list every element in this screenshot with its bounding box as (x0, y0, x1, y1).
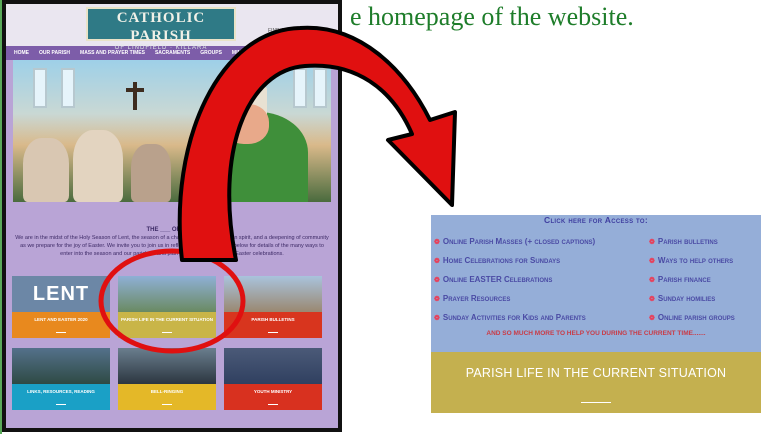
flower-icon: ❁ (649, 276, 655, 284)
flower-icon: ❁ (434, 314, 440, 322)
parish-logo[interactable]: CATHOLIC PARISH OF LINDFIELD · KILLARA (86, 7, 236, 51)
tile-parish-life[interactable]: PARISH LIFE IN THE CURRENT SITUATION (118, 276, 216, 338)
nav-home[interactable]: HOME (14, 50, 29, 56)
tile-image (118, 348, 216, 384)
tile-grid: LENT LENT AND EASTER 2020 PARISH LIFE IN… (12, 276, 324, 410)
flower-icon: ❁ (434, 238, 440, 246)
site-header: CATHOLIC PARISH OF LINDFIELD · KILLARA F… (6, 4, 338, 51)
logo-title: CATHOLIC PARISH (116, 10, 206, 44)
tile-parish-bulletins[interactable]: PARISH BULLETINS (224, 276, 322, 338)
hero-window (293, 68, 307, 108)
tile-label: YOUTH MINISTRY (224, 384, 322, 410)
tile-lent-easter[interactable]: LENT LENT AND EASTER 2020 (12, 276, 110, 338)
access-item[interactable]: ❁ Home Celebrations for Sundays (434, 251, 595, 270)
tile-divider (56, 332, 66, 333)
tile-divider (268, 332, 278, 333)
hero-window (313, 68, 327, 108)
access-item[interactable]: ❁ Sunday Activities for Kids and Parents (434, 308, 595, 327)
lent-intro-body: We are in the midst of the Holy Season o… (15, 235, 329, 257)
cross-bar (126, 88, 144, 92)
hero-window (61, 68, 75, 108)
tile-image (12, 348, 110, 384)
banner-title: PARISH LIFE IN THE CURRENT SITUATION (465, 366, 727, 380)
tile-divider (56, 404, 66, 405)
nav-our-parish[interactable]: OUR PARISH (39, 50, 70, 56)
flower-icon: ❁ (649, 295, 655, 303)
search-icon[interactable] (324, 49, 332, 57)
tile-divider (162, 332, 172, 333)
tile-label: PARISH BULLETINS (224, 312, 322, 338)
caption-text: e homepage of the website. (350, 2, 634, 31)
tile-lent-image: LENT (12, 276, 110, 312)
access-item[interactable]: ❁ Online EASTER Celebrations (434, 270, 595, 289)
parish-life-banner[interactable]: PARISH LIFE IN THE CURRENT SITUATION (431, 352, 761, 413)
tile-divider (162, 404, 172, 405)
access-list-right: ❁ Parish bulletins ❁ Ways to help others ❁… (649, 232, 735, 327)
tile-label: LINKS, RESOURCES, READING (12, 384, 110, 410)
lent-intro-title: THE ___ OF LENT (146, 227, 198, 233)
tile-divider (268, 404, 278, 405)
flower-icon: ❁ (434, 295, 440, 303)
flower-icon: ❁ (649, 314, 655, 322)
tile-label: LENT AND EASTER 2020 (12, 312, 110, 338)
access-item[interactable]: ❁ Online Parish Masses (+ closed captions… (434, 232, 595, 251)
access-item[interactable]: ❁ Parish finance (649, 270, 735, 289)
flower-icon: ❁ (434, 257, 440, 265)
tile-image (224, 276, 322, 312)
hero-person (73, 130, 123, 202)
banner-divider (581, 402, 611, 403)
access-item[interactable]: ❁ Prayer Resources (434, 289, 595, 308)
flower-icon: ❁ (649, 238, 655, 246)
tile-image (118, 276, 216, 312)
find-church-link[interactable]: FIND A CHURCH (268, 28, 307, 34)
hero-window (33, 68, 47, 108)
flower-icon: ❁ (649, 257, 655, 265)
tile-bell-ringing[interactable]: BELL-RINGING (118, 348, 216, 410)
access-item[interactable]: ❁ Ways to help others (649, 251, 735, 270)
cross-shape (133, 82, 137, 110)
access-panel[interactable]: Click here for Access to: ❁ Online Parish… (431, 215, 761, 413)
nav-news-events[interactable]: NEWS & EVENTS (271, 50, 312, 56)
hero-photo (13, 60, 331, 202)
access-item[interactable]: ❁ Online parish groups (649, 308, 735, 327)
tile-label: PARISH LIFE IN THE CURRENT SITUATION (118, 312, 216, 338)
tile-youth-ministry[interactable]: YOUTH MINISTRY (224, 348, 322, 410)
access-list-left: ❁ Online Parish Masses (+ closed captions… (434, 232, 595, 327)
nav-ministries[interactable]: MINISTRIES (232, 50, 261, 56)
stage: e homepage of the website. CATHOLIC PARI… (0, 0, 776, 434)
tile-links-resources[interactable]: LINKS, RESOURCES, READING (12, 348, 110, 410)
tile-image (224, 348, 322, 384)
access-item[interactable]: ❁ Parish bulletins (649, 232, 735, 251)
hero-person (23, 138, 69, 202)
hero-person (131, 144, 171, 202)
bishop-face (223, 104, 269, 144)
access-item[interactable]: ❁ Sunday homilies (649, 289, 735, 308)
tile-label: BELL-RINGING (118, 384, 216, 410)
logo-subtitle: OF LINDFIELD · KILLARA (114, 45, 208, 51)
flower-icon: ❁ (434, 276, 440, 284)
access-more-text: AND SO MUCH MORE TO HELP YOU DURING THE … (486, 330, 706, 337)
access-heading[interactable]: Click here for Access to: (431, 215, 761, 225)
lent-intro: THE ___ OF LENT We are in the midst of t… (14, 226, 330, 258)
